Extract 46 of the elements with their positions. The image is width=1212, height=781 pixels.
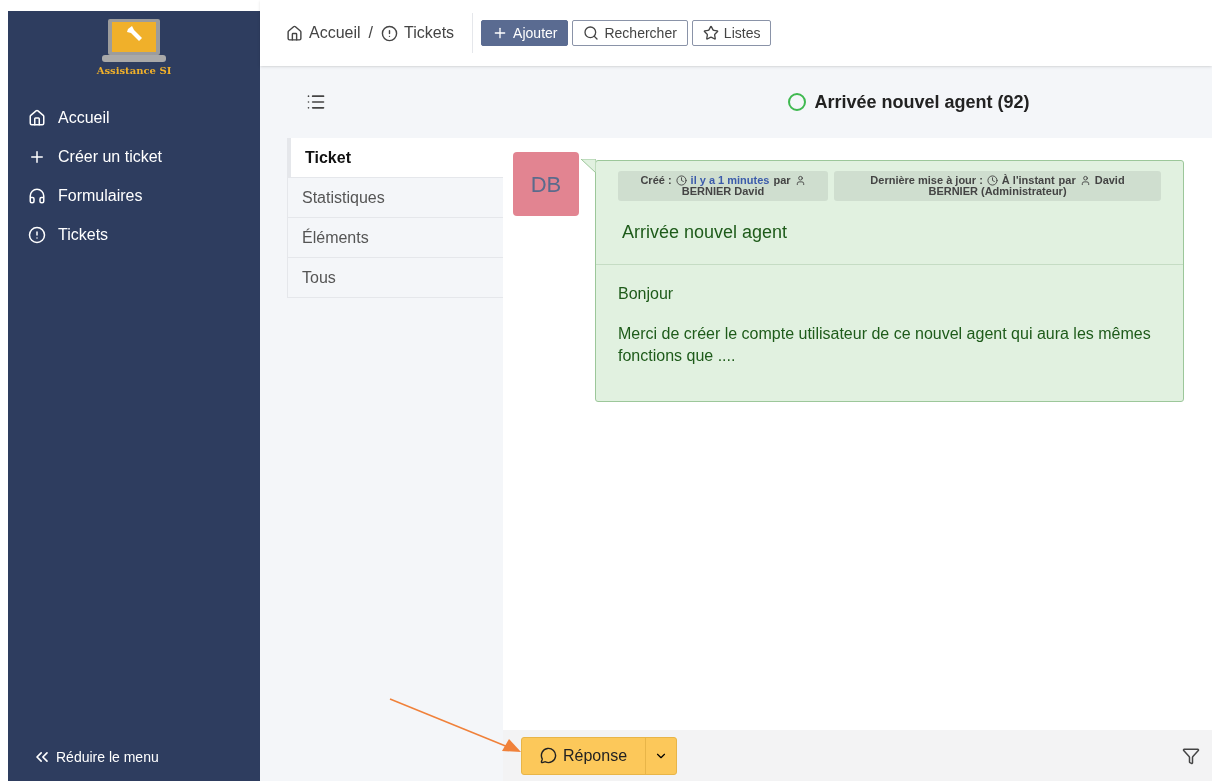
ticket-tab[interactable]: Statistiques <box>287 178 503 218</box>
message-paragraph: Merci de créer le compte utilisateur de ce nouvel agent qui aura les mêmes fonctions que .... <box>618 324 1152 366</box>
message-title: Arrivée nouvel agent <box>596 201 1183 265</box>
alert-circle-icon <box>381 24 399 42</box>
star-icon <box>702 25 719 41</box>
breadcrumb-link[interactable]: Tickets <box>381 21 455 45</box>
ticket-tab[interactable]: Éléments <box>287 218 503 258</box>
headset-icon <box>28 186 46 205</box>
clock-icon <box>675 175 687 186</box>
toolbar-button[interactable]: Listes <box>691 20 772 46</box>
alert-circle-icon <box>28 225 46 244</box>
meta-label: Dernière mise à jour : <box>870 175 983 186</box>
ticket-title: Arrivée nouvel agent (92) <box>814 90 1030 114</box>
breadcrumb-separator: / <box>368 23 374 43</box>
user-icon <box>794 175 806 186</box>
ticket-tab[interactable]: Ticket <box>287 138 503 178</box>
user-icon <box>1079 175 1091 186</box>
clock-icon <box>986 175 998 186</box>
sidebar-item[interactable]: Créer un ticket <box>8 137 260 176</box>
meta-by: par <box>773 175 791 186</box>
sidebar-item[interactable]: Tickets <box>8 215 260 254</box>
home-icon <box>28 108 46 127</box>
meta-by: par <box>1058 175 1076 186</box>
sidebar-item[interactable]: Accueil <box>8 98 260 137</box>
meta-author: David <box>1094 175 1125 186</box>
search-icon <box>583 25 600 41</box>
laptop-wrench-logo-icon <box>102 17 166 63</box>
meta-label: Créé : <box>640 175 672 186</box>
breadcrumb-link[interactable]: Accueil <box>286 21 361 45</box>
ticket-tab[interactable]: Tous <box>287 258 503 298</box>
toolbar-button[interactable]: Rechercher <box>572 20 688 46</box>
list-view-icon[interactable] <box>306 92 326 112</box>
toolbar-button[interactable]: Ajouter <box>481 20 569 46</box>
meta-time: À l'instant <box>1001 175 1055 186</box>
home-icon <box>286 24 303 42</box>
logo-text: Assistance SI <box>96 64 172 78</box>
speech-bubble-icon <box>540 747 557 764</box>
reply-button[interactable]: Réponse <box>522 737 646 774</box>
avatar: DB <box>513 152 579 216</box>
meta-author: BERNIER David <box>681 185 765 197</box>
meta-time[interactable]: il y a 1 minutes <box>690 175 770 186</box>
sidebar-item[interactable]: Formulaires <box>8 176 260 215</box>
collapse-menu-button[interactable]: Réduire le menu <box>8 733 260 781</box>
message-paragraph: Bonjour <box>618 284 675 304</box>
filter-icon[interactable] <box>1182 746 1200 765</box>
meta-author: BERNIER (Administrateur) <box>928 185 1067 197</box>
